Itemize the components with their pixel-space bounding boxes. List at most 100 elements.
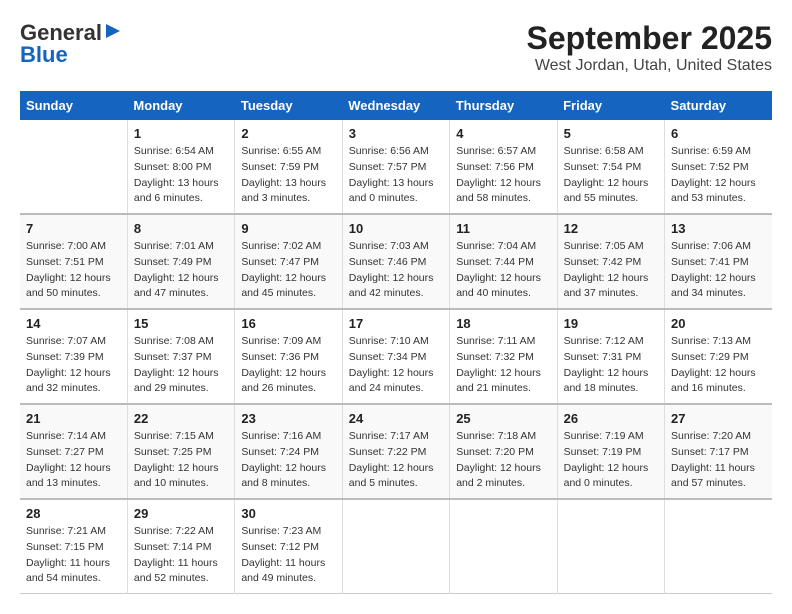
daylight-minutes: and 26 minutes.: [241, 381, 335, 397]
calendar-week-row: 28Sunrise: 7:21 AMSunset: 7:15 PMDayligh…: [20, 499, 772, 594]
day-number: 27: [671, 411, 766, 426]
daylight-text: Daylight: 11 hours: [241, 556, 335, 572]
day-number: 24: [349, 411, 443, 426]
daylight-minutes: and 16 minutes.: [671, 381, 766, 397]
logo-blue: Blue: [20, 42, 68, 68]
day-detail: Sunrise: 7:18 AMSunset: 7:20 PMDaylight:…: [456, 429, 550, 492]
day-number: 17: [349, 316, 443, 331]
calendar-week-row: 7Sunrise: 7:00 AMSunset: 7:51 PMDaylight…: [20, 214, 772, 309]
sunrise-text: Sunrise: 7:05 AM: [564, 239, 658, 255]
day-number: 20: [671, 316, 766, 331]
header-tuesday: Tuesday: [235, 91, 342, 120]
day-number: 26: [564, 411, 658, 426]
daylight-minutes: and 34 minutes.: [671, 286, 766, 302]
calendar-cell: 26Sunrise: 7:19 AMSunset: 7:19 PMDayligh…: [557, 404, 664, 499]
daylight-text: Daylight: 11 hours: [134, 556, 228, 572]
sunset-text: Sunset: 7:54 PM: [564, 160, 658, 176]
day-detail: Sunrise: 6:54 AMSunset: 8:00 PMDaylight:…: [134, 144, 228, 207]
sunset-text: Sunset: 7:41 PM: [671, 255, 766, 271]
day-detail: Sunrise: 7:12 AMSunset: 7:31 PMDaylight:…: [564, 334, 658, 397]
sunset-text: Sunset: 7:49 PM: [134, 255, 228, 271]
daylight-minutes: and 5 minutes.: [349, 476, 443, 492]
header-sunday: Sunday: [20, 91, 127, 120]
calendar-cell: 24Sunrise: 7:17 AMSunset: 7:22 PMDayligh…: [342, 404, 449, 499]
day-number: 7: [26, 221, 121, 236]
sunset-text: Sunset: 7:44 PM: [456, 255, 550, 271]
day-detail: Sunrise: 7:04 AMSunset: 7:44 PMDaylight:…: [456, 239, 550, 302]
calendar-cell: 25Sunrise: 7:18 AMSunset: 7:20 PMDayligh…: [450, 404, 557, 499]
sunrise-text: Sunrise: 7:18 AM: [456, 429, 550, 445]
sunrise-text: Sunrise: 6:56 AM: [349, 144, 443, 160]
daylight-minutes: and 37 minutes.: [564, 286, 658, 302]
sunset-text: Sunset: 7:47 PM: [241, 255, 335, 271]
day-detail: Sunrise: 7:07 AMSunset: 7:39 PMDaylight:…: [26, 334, 121, 397]
sunrise-text: Sunrise: 6:54 AM: [134, 144, 228, 160]
daylight-minutes: and 45 minutes.: [241, 286, 335, 302]
day-detail: Sunrise: 7:15 AMSunset: 7:25 PMDaylight:…: [134, 429, 228, 492]
daylight-minutes: and 10 minutes.: [134, 476, 228, 492]
day-number: 23: [241, 411, 335, 426]
daylight-minutes: and 32 minutes.: [26, 381, 121, 397]
day-number: 1: [134, 126, 228, 141]
sunrise-text: Sunrise: 6:58 AM: [564, 144, 658, 160]
sunset-text: Sunset: 7:42 PM: [564, 255, 658, 271]
calendar-cell: 11Sunrise: 7:04 AMSunset: 7:44 PMDayligh…: [450, 214, 557, 309]
daylight-minutes: and 53 minutes.: [671, 191, 766, 207]
daylight-minutes: and 24 minutes.: [349, 381, 443, 397]
day-number: 12: [564, 221, 658, 236]
sunset-text: Sunset: 7:51 PM: [26, 255, 121, 271]
sunset-text: Sunset: 7:24 PM: [241, 445, 335, 461]
calendar-cell: 28Sunrise: 7:21 AMSunset: 7:15 PMDayligh…: [20, 499, 127, 594]
logo: General Blue: [20, 20, 122, 68]
sunset-text: Sunset: 7:59 PM: [241, 160, 335, 176]
sunrise-text: Sunrise: 7:13 AM: [671, 334, 766, 350]
day-detail: Sunrise: 7:11 AMSunset: 7:32 PMDaylight:…: [456, 334, 550, 397]
sunset-text: Sunset: 7:27 PM: [26, 445, 121, 461]
calendar-cell: 4Sunrise: 6:57 AMSunset: 7:56 PMDaylight…: [450, 120, 557, 214]
day-number: 22: [134, 411, 228, 426]
calendar-cell: 29Sunrise: 7:22 AMSunset: 7:14 PMDayligh…: [127, 499, 234, 594]
daylight-text: Daylight: 13 hours: [241, 176, 335, 192]
day-number: 29: [134, 506, 228, 521]
sunset-text: Sunset: 7:37 PM: [134, 350, 228, 366]
day-number: 30: [241, 506, 335, 521]
daylight-minutes: and 2 minutes.: [456, 476, 550, 492]
daylight-minutes: and 18 minutes.: [564, 381, 658, 397]
header-thursday: Thursday: [450, 91, 557, 120]
day-detail: Sunrise: 7:08 AMSunset: 7:37 PMDaylight:…: [134, 334, 228, 397]
sunset-text: Sunset: 7:25 PM: [134, 445, 228, 461]
day-detail: Sunrise: 6:59 AMSunset: 7:52 PMDaylight:…: [671, 144, 766, 207]
day-detail: Sunrise: 7:16 AMSunset: 7:24 PMDaylight:…: [241, 429, 335, 492]
sunset-text: Sunset: 7:29 PM: [671, 350, 766, 366]
day-detail: Sunrise: 6:56 AMSunset: 7:57 PMDaylight:…: [349, 144, 443, 207]
calendar-table: SundayMondayTuesdayWednesdayThursdayFrid…: [20, 91, 772, 594]
calendar-week-row: 21Sunrise: 7:14 AMSunset: 7:27 PMDayligh…: [20, 404, 772, 499]
calendar-week-row: 1 Sunrise: 6:54 AMSunset: 8:00 PMDaylight…: [20, 120, 772, 214]
sunset-text: Sunset: 7:46 PM: [349, 255, 443, 271]
calendar-cell: 13Sunrise: 7:06 AMSunset: 7:41 PMDayligh…: [665, 214, 772, 309]
day-number: 9: [241, 221, 335, 236]
calendar-cell: 23 Sunrise: 7:16 AMSunset: 7:24 PMDayligh…: [235, 404, 342, 499]
day-number: 4: [456, 126, 550, 141]
calendar-cell: [20, 120, 127, 214]
daylight-text: Daylight: 12 hours: [671, 271, 766, 287]
daylight-text: Daylight: 11 hours: [26, 556, 121, 572]
calendar-header-row: SundayMondayTuesdayWednesdayThursdayFrid…: [20, 91, 772, 120]
daylight-minutes: and 13 minutes.: [26, 476, 121, 492]
sunset-text: Sunset: 7:19 PM: [564, 445, 658, 461]
daylight-text: Daylight: 12 hours: [456, 461, 550, 477]
day-detail: Sunrise: 7:13 AMSunset: 7:29 PMDaylight:…: [671, 334, 766, 397]
daylight-text: Daylight: 12 hours: [456, 366, 550, 382]
calendar-cell: [450, 499, 557, 594]
calendar-cell: 30Sunrise: 7:23 AMSunset: 7:12 PMDayligh…: [235, 499, 342, 594]
sunset-text: Sunset: 7:39 PM: [26, 350, 121, 366]
day-detail: Sunrise: 7:21 AMSunset: 7:15 PMDaylight:…: [26, 524, 121, 587]
calendar-cell: [557, 499, 664, 594]
sunrise-text: Sunrise: 6:55 AM: [241, 144, 335, 160]
sunrise-text: Sunrise: 7:10 AM: [349, 334, 443, 350]
daylight-minutes: and 0 minutes.: [349, 191, 443, 207]
day-number: 14: [26, 316, 121, 331]
calendar-cell: 15Sunrise: 7:08 AMSunset: 7:37 PMDayligh…: [127, 309, 234, 404]
daylight-text: Daylight: 12 hours: [564, 366, 658, 382]
daylight-text: Daylight: 12 hours: [349, 366, 443, 382]
